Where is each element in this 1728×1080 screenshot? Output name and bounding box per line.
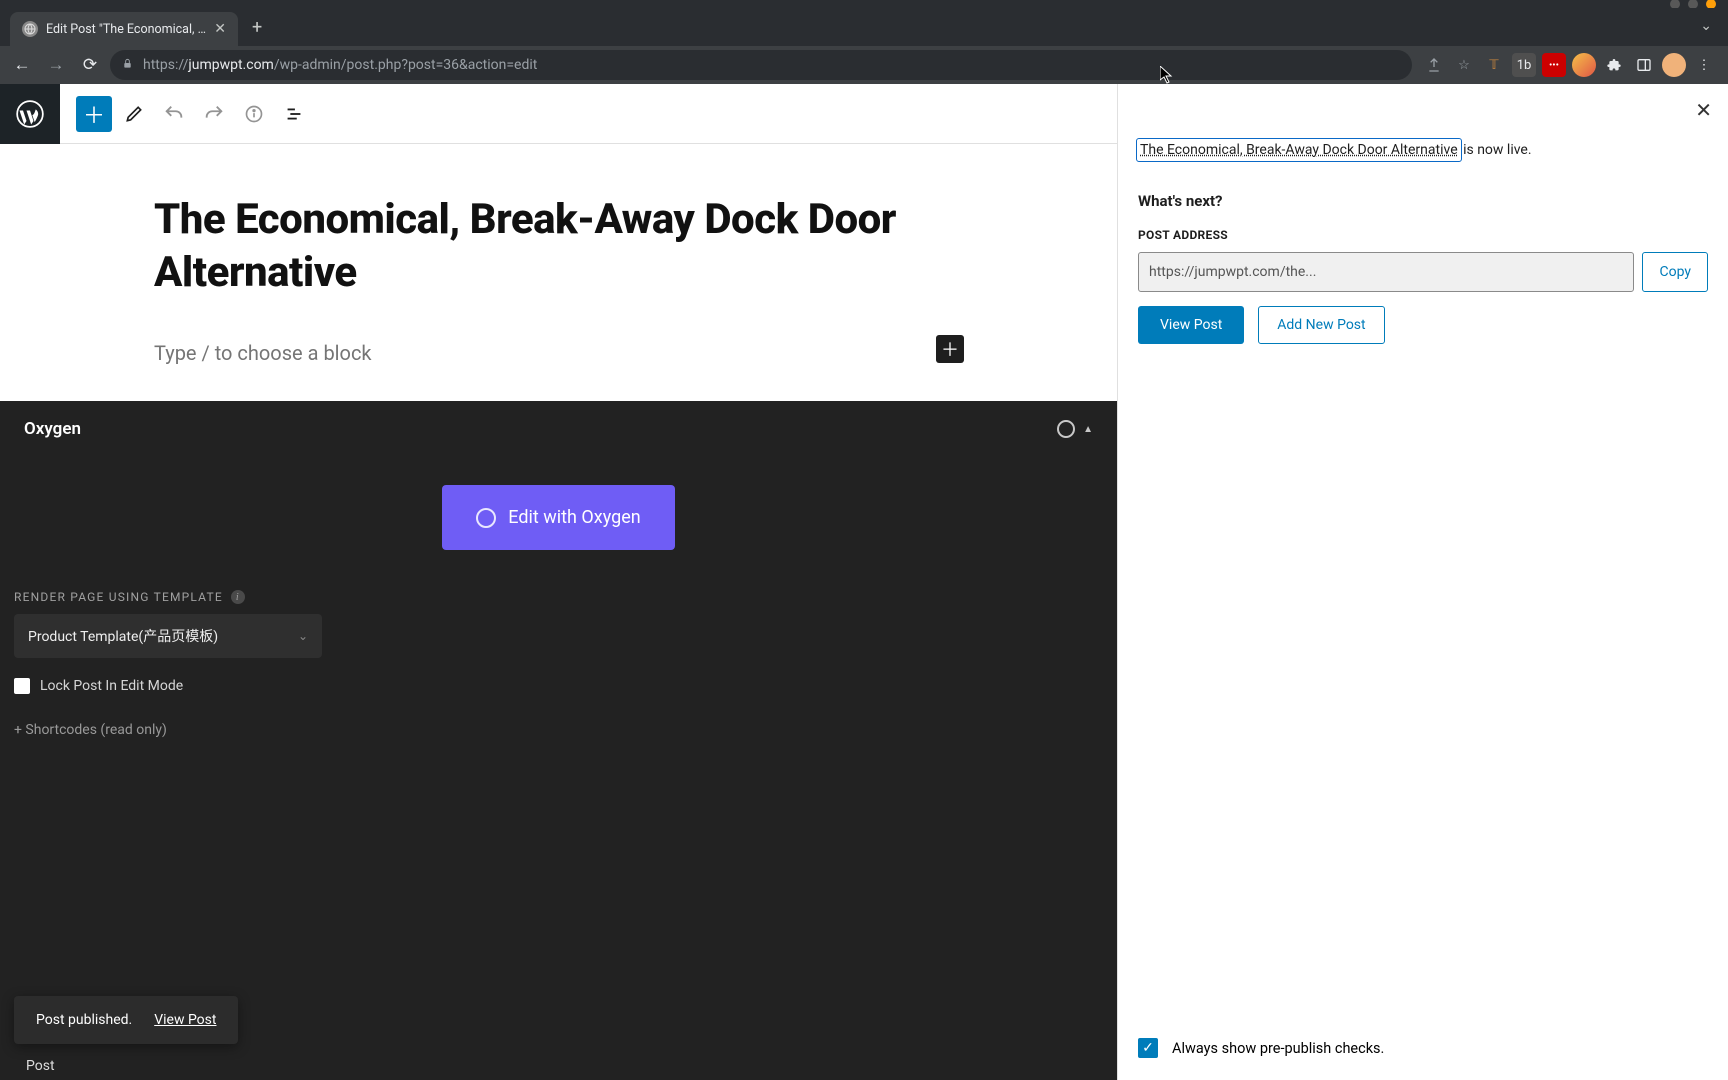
shortcodes-toggle[interactable]: + Shortcodes (read only)	[14, 722, 1103, 738]
block-inserter-button[interactable]: ＋	[76, 96, 112, 132]
sidepanel-icon[interactable]	[1632, 53, 1656, 77]
browser-tab-active[interactable]: Edit Post "The Economical, Bre ✕	[10, 12, 238, 46]
oxygen-panel-title: Oxygen	[24, 419, 81, 439]
document-outline-icon[interactable]	[276, 96, 312, 132]
publish-snackbar: Post published. View Post	[14, 996, 238, 1044]
edit-with-oxygen-label: Edit with Oxygen	[508, 507, 640, 528]
published-message: The Economical, Break-Away Dock Door Alt…	[1138, 142, 1708, 158]
extension-icon-3[interactable]: •••	[1542, 53, 1566, 77]
info-icon[interactable]: i	[231, 590, 245, 604]
new-tab-button[interactable]: +	[238, 17, 276, 38]
template-select-value: Product Template(产品页模板)	[28, 626, 218, 646]
tools-pencil-icon[interactable]	[116, 96, 152, 132]
published-post-link[interactable]: The Economical, Break-Away Dock Door Alt…	[1138, 140, 1460, 160]
copy-address-button[interactable]: Copy	[1642, 252, 1708, 292]
url-text: https://jumpwpt.com/wp-admin/post.php?po…	[143, 57, 537, 73]
post-address-label: POST ADDRESS	[1138, 228, 1708, 242]
browser-tab-title: Edit Post "The Economical, Bre	[46, 22, 206, 37]
address-bar[interactable]: https://jumpwpt.com/wp-admin/post.php?po…	[110, 50, 1412, 80]
forward-button[interactable]: →	[42, 51, 70, 79]
lock-post-label: Lock Post In Edit Mode	[40, 678, 183, 694]
metabox-footer-tab[interactable]: Post	[26, 1058, 55, 1074]
document-info-icon[interactable]	[236, 96, 272, 132]
back-button[interactable]: ←	[8, 51, 36, 79]
wordpress-logo[interactable]	[0, 84, 60, 144]
snackbar-message: Post published.	[36, 1012, 132, 1028]
template-select[interactable]: Product Template(产品页模板) ⌄	[14, 614, 322, 658]
snackbar-view-post-link[interactable]: View Post	[154, 1012, 216, 1028]
always-show-checkbox[interactable]: ✓	[1138, 1038, 1158, 1058]
extension-icon-4[interactable]	[1572, 53, 1596, 77]
lock-post-checkbox[interactable]	[14, 678, 30, 694]
editor-topbar: ＋	[0, 84, 1117, 144]
browser-toolbar: ← → ⟳ https://jumpwpt.com/wp-admin/post.…	[0, 46, 1728, 84]
profile-avatar-icon[interactable]	[1662, 53, 1686, 77]
oxygen-panel-toggle[interactable]: ▲	[1057, 420, 1093, 438]
browser-tab-strip: Edit Post "The Economical, Bre ✕ + ⌄	[0, 8, 1728, 46]
post-title-input[interactable]: The Economical, Break-Away Dock Door Alt…	[154, 194, 974, 299]
block-placeholder[interactable]: Type / to choose a block	[154, 341, 372, 365]
view-post-button[interactable]: View Post	[1138, 306, 1244, 344]
add-new-post-button[interactable]: Add New Post	[1258, 306, 1384, 344]
close-panel-button[interactable]: ✕	[1695, 98, 1712, 122]
macos-titlebar	[0, 0, 1728, 8]
published-suffix: is now live.	[1460, 142, 1532, 158]
tabs-dropdown-icon[interactable]: ⌄	[1700, 18, 1712, 34]
globe-icon	[22, 21, 38, 37]
extensions-icon[interactable]	[1602, 53, 1626, 77]
chevron-down-icon: ⌄	[298, 629, 308, 643]
undo-button[interactable]	[156, 96, 192, 132]
share-icon[interactable]	[1422, 53, 1446, 77]
chevron-up-icon: ▲	[1083, 424, 1093, 435]
render-template-label: RENDER PAGE USING TEMPLATE i	[14, 590, 1103, 604]
always-show-label: Always show pre-publish checks.	[1172, 1040, 1384, 1057]
post-publish-panel: ✕ The Economical, Break-Away Dock Door A…	[1118, 84, 1728, 1080]
oxygen-metabox: Oxygen ▲ Edit with Oxygen RENDER PAGE US…	[0, 401, 1117, 1080]
tab-close-icon[interactable]: ✕	[214, 21, 226, 37]
oxygen-circle-icon	[1057, 420, 1075, 438]
edit-with-oxygen-button[interactable]: Edit with Oxygen	[442, 485, 674, 550]
extension-icon-1[interactable]: 𝕋	[1482, 53, 1506, 77]
redo-button[interactable]	[196, 96, 232, 132]
editor-canvas[interactable]: The Economical, Break-Away Dock Door Alt…	[0, 144, 1117, 401]
add-block-button[interactable]: ＋	[936, 335, 964, 363]
reload-button[interactable]: ⟳	[76, 51, 104, 79]
oxygen-logo-icon	[476, 508, 496, 528]
whats-next-heading: What's next?	[1138, 192, 1708, 210]
post-address-field[interactable]: https://jumpwpt.com/the...	[1138, 252, 1634, 292]
chrome-menu-icon[interactable]: ⋮	[1692, 53, 1716, 77]
extension-icon-2[interactable]: 1b	[1512, 53, 1536, 77]
bookmark-star-icon[interactable]: ☆	[1452, 53, 1476, 77]
lock-icon	[122, 57, 133, 73]
